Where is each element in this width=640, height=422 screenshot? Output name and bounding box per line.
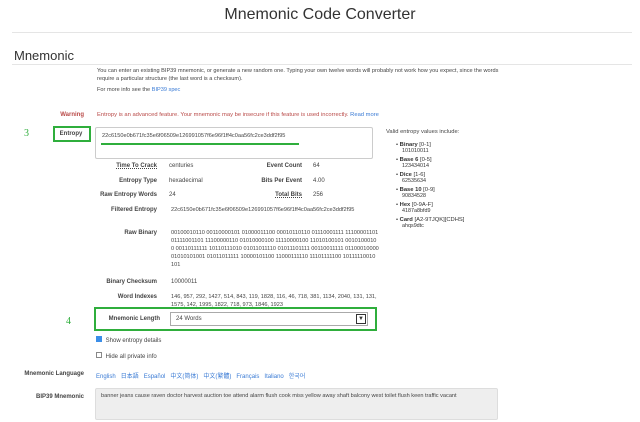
intro-text: You can enter an existing BIP39 mnemonic… [97, 67, 507, 94]
show-details-label: Show entropy details [105, 338, 162, 344]
time-to-crack-value: centuries [169, 163, 194, 169]
header-divider [12, 32, 632, 33]
language-option[interactable]: Italiano [264, 374, 283, 380]
word-indexes-value: 146, 957, 292, 1427, 514, 843, 119, 1828… [171, 294, 377, 307]
entropy-help-item: • Base 6 [0-5] 123434014 [396, 157, 506, 169]
entropy-help-example: 4187a8bfd9 [402, 208, 431, 214]
language-option[interactable]: Français [236, 374, 259, 380]
chevron-down-icon[interactable]: ▼ [356, 314, 366, 324]
raw-entropy-words-label: Raw Entropy Words [100, 192, 157, 198]
entropy-help-item: • Hex [0-9A-F] 4187a8bfd9 [396, 202, 506, 214]
bits-per-event-value: 4.00 [313, 178, 325, 184]
total-bits-label: Total Bits [275, 192, 302, 198]
entropy-help-item: • Binary [0-1] 101010011 [396, 142, 506, 154]
bip39-mnemonic-label: BIP39 Mnemonic [35, 394, 84, 400]
bip39-mnemonic-value: banner jeans cause raven doctor harvest … [101, 393, 457, 399]
entropy-help-item: • Base 10 [0-9] 90834528 [396, 187, 506, 199]
time-to-crack-label: Time To Crack [116, 163, 157, 169]
binary-checksum-label: Binary Checksum [106, 279, 157, 285]
raw-binary-label: Raw Binary [124, 230, 157, 236]
hide-private-label: Hide all private info [105, 354, 157, 360]
mnemonic-length-label: Mnemonic Length [108, 316, 160, 322]
mnemonic-length-select[interactable]: 24 Words ▼ [170, 312, 368, 326]
warning-text: Entropy is an advanced feature. Your mne… [97, 112, 379, 118]
hide-private-row[interactable]: Hide all private info [96, 352, 157, 360]
warning-label: Warning [60, 112, 84, 118]
language-option[interactable]: 日本語 [121, 374, 139, 380]
event-count-label: Event Count [266, 163, 302, 169]
event-count-value: 64 [313, 163, 320, 169]
entropy-type-value: hexadecimal [169, 178, 203, 184]
entropy-help-example: 90834528 [402, 193, 426, 199]
annotation-3: 3 [24, 128, 29, 139]
entropy-underline [101, 143, 299, 145]
entropy-help-item: • Card [A2-9TJQK][CDHS] ahqs9dtc [396, 217, 506, 229]
entropy-input-value: 22c6150e0b671fc35e6f06509e126991057f6e96… [102, 133, 286, 139]
raw-entropy-words-value: 24 [169, 192, 176, 198]
entropy-help-item: • Dice [1-6] 62535634 [396, 172, 506, 184]
show-details-checkbox[interactable] [96, 336, 102, 342]
entropy-help-example: 62535634 [402, 178, 426, 184]
language-options: English 日本語 Español 中文(简体) 中文(繁體) Français Ita… [96, 371, 310, 380]
bits-per-event-label: Bits Per Event [261, 178, 302, 184]
intro-more-prefix: For more info see the [97, 87, 152, 93]
entropy-label: Entropy [59, 131, 83, 137]
section-title: Mnemonic [14, 48, 74, 63]
intro-paragraph: You can enter an existing BIP39 mnemonic… [97, 68, 499, 82]
filtered-entropy-label: Filtered Entropy [110, 207, 157, 213]
entropy-help-example: ahqs9dtc [402, 223, 424, 229]
intro-more: For more info see the BIP39 spec [97, 86, 507, 94]
entropy-help-list: • Binary [0-1] 101010011 • Base 6 [0-5] 123… [396, 142, 506, 232]
read-more-link[interactable]: Read more [350, 112, 379, 118]
mnemonic-length-value: 24 Words [176, 316, 202, 322]
entropy-help-title: Valid entropy values include: [386, 129, 460, 135]
language-option[interactable]: 中文(简体) [170, 374, 198, 380]
mnemonic-language-label: Mnemonic Language [24, 371, 84, 377]
annotation-4: 4 [66, 316, 71, 327]
word-indexes-label: Word Indexes [117, 294, 157, 300]
section-divider [12, 64, 632, 65]
page-title: Mnemonic Code Converter [224, 6, 416, 23]
entropy-help-example: 123434014 [402, 163, 429, 169]
entropy-help-example: 101010011 [402, 148, 429, 154]
filtered-entropy-value: 22c6150e0b671fc35e6f06509e126991057f6e96… [171, 207, 355, 213]
warning-message: Entropy is an advanced feature. Your mne… [97, 112, 349, 118]
bip39-spec-link[interactable]: BIP39 spec [152, 87, 181, 93]
bip39-mnemonic-textarea[interactable]: banner jeans cause raven doctor harvest … [95, 388, 498, 420]
show-details-row[interactable]: Show entropy details [96, 336, 161, 344]
language-option[interactable]: 한국어 [289, 374, 306, 380]
total-bits-value: 256 [313, 192, 324, 198]
raw-binary-value: 00100010110 00110000101 01000011100 0001… [171, 230, 379, 268]
language-option[interactable]: 中文(繁體) [203, 374, 231, 380]
hide-private-checkbox[interactable] [96, 352, 102, 358]
entropy-type-label: Entropy Type [119, 178, 157, 184]
language-option[interactable]: English [96, 374, 116, 380]
binary-checksum-value: 10000011 [171, 279, 198, 285]
language-option[interactable]: Español [144, 374, 166, 380]
